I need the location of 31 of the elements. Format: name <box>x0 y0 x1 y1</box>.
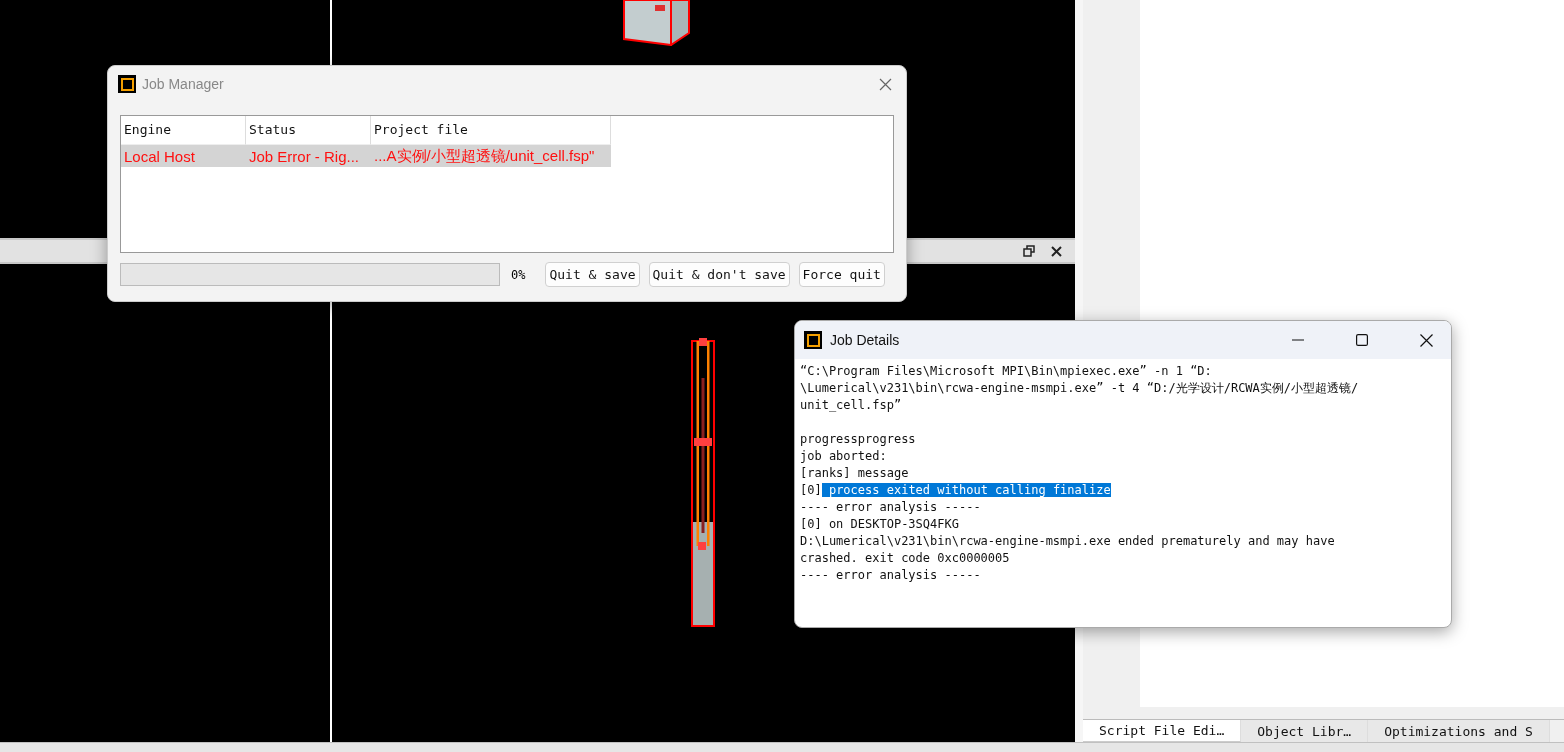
log-line: unit_cell.fsp” <box>800 398 902 412</box>
window-title: Job Details <box>830 332 900 348</box>
log-line: [0] <box>800 483 822 497</box>
window-title: Job Manager <box>142 76 224 92</box>
progress-percent: 0% <box>511 267 526 282</box>
panel-tab[interactable]: Object Libr… <box>1241 720 1369 742</box>
log-line: \Lumerical\v231\bin\rcwa-engine-msmpi.exe” -t 4 “D:/光学设计/RCWA实例/小型超透镜/ <box>800 381 1359 395</box>
close-icon[interactable] <box>1051 245 1062 257</box>
log-line: job aborted: <box>800 449 887 463</box>
quit-button[interactable]: Quit & don't save <box>648 262 790 287</box>
log-line: [ranks] message <box>800 466 909 480</box>
table-cell-text: Local Host <box>123 147 196 165</box>
app-icon <box>804 331 822 349</box>
table-cell-text: ...A实例/小型超透镜/unit_cell.fsp" <box>373 146 596 166</box>
log-line: ---- error analysis ----- <box>800 500 981 514</box>
log-line: ---- error analysis ----- <box>800 568 981 582</box>
quit-button[interactable]: Force quit <box>798 262 885 287</box>
quit-button[interactable]: Quit & save <box>545 262 640 287</box>
selected-text: process exited without calling finalize <box>821 483 1111 497</box>
table-cell-text: Job Error - Rig... <box>248 147 361 165</box>
log-line: “C:\Program Files\Microsoft MPI\Bin\mpiexec.exe” -n 1 “D: <box>800 364 1212 378</box>
log-line: progressprogress <box>800 432 916 446</box>
panel-tab[interactable]: Script File Edi… <box>1083 720 1242 742</box>
close-icon[interactable] <box>1420 333 1433 347</box>
app-icon <box>118 75 136 93</box>
panel-tab[interactable]: Optimizations and S <box>1368 720 1550 742</box>
maximize-icon[interactable] <box>1356 334 1368 346</box>
restore-icon[interactable] <box>1023 245 1035 257</box>
log-line: [0] on DESKTOP-3SQ4FKG <box>800 517 959 531</box>
log-line: D:\Lumerical\v231\bin\rcwa-engine-msmpi.exe ended prematurely and may have <box>800 534 1335 548</box>
log-line: crashed. exit code 0xc0000005 <box>800 551 1010 565</box>
